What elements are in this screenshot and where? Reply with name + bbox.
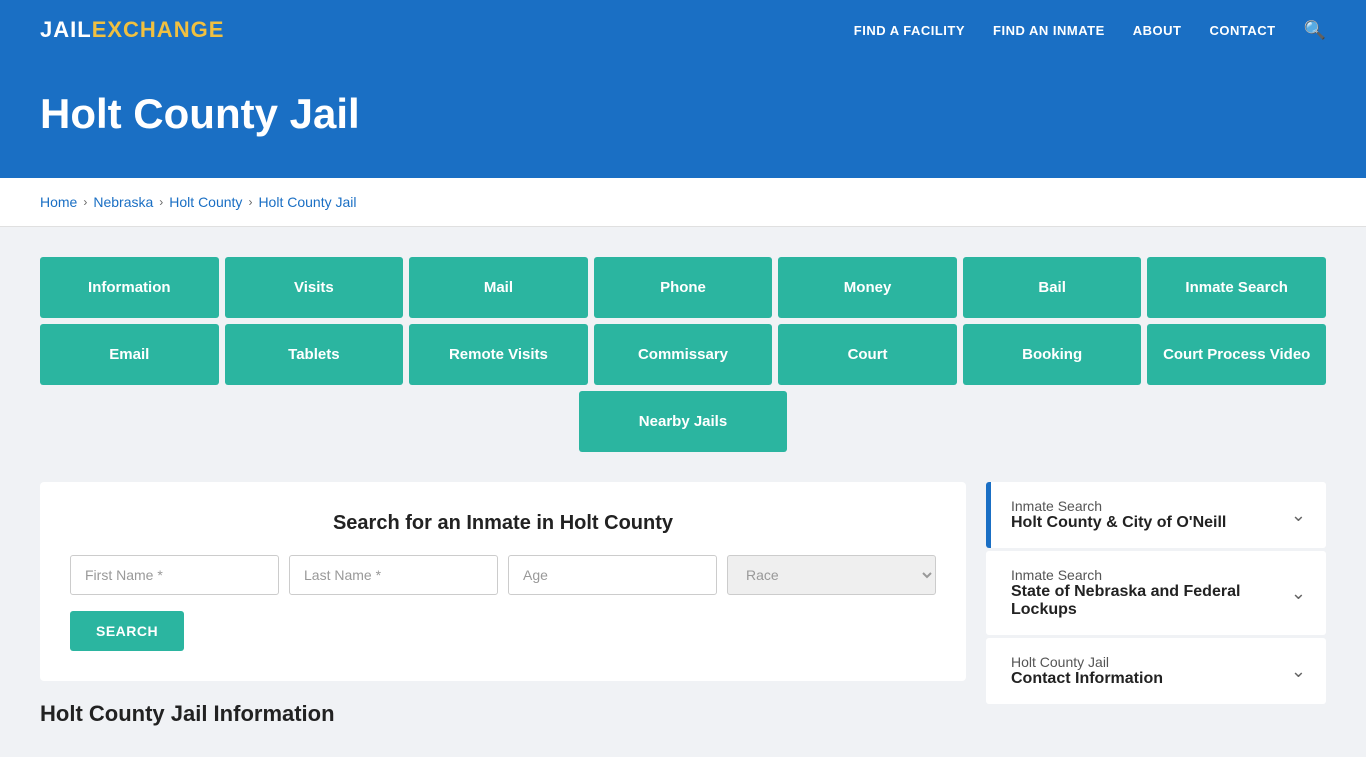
btn-visits[interactable]: Visits [225,257,404,318]
search-fields: Race [70,555,936,595]
sidebar-item-text-0: Inmate Search Holt County & City of O'Ne… [1011,498,1226,532]
search-title: Search for an Inmate in Holt County [70,512,936,535]
search-button[interactable]: SEARCH [70,611,184,651]
sidebar-item-title-0: Holt County & City of O'Neill [1011,514,1226,532]
btn-nearby-jails[interactable]: Nearby Jails [579,391,787,452]
nav-button-row2: Email Tablets Remote Visits Commissary C… [40,324,1326,385]
breadcrumb: Home › Nebraska › Holt County › Holt Cou… [40,194,1326,210]
breadcrumb-current: Holt County Jail [258,194,356,210]
nav-find-facility[interactable]: FIND A FACILITY [854,23,965,38]
main-area: Information Visits Mail Phone Money Bail… [0,227,1366,757]
btn-commissary[interactable]: Commissary [594,324,773,385]
logo[interactable]: JAIL EXCHANGE [40,17,224,43]
nav-about[interactable]: ABOUT [1133,23,1182,38]
navbar: JAIL EXCHANGE FIND A FACILITY FIND AN IN… [0,0,1366,60]
breadcrumb-sep-3: › [248,195,252,209]
sidebar-item-header-0[interactable]: Inmate Search Holt County & City of O'Ne… [986,482,1326,548]
info-title: Holt County Jail Information [40,701,966,727]
page-title: Holt County Jail [40,90,1326,138]
sidebar-item-label-0: Inmate Search [1011,498,1226,514]
sidebar-item-2: Holt County Jail Contact Information ⌄ [986,638,1326,704]
sidebar-item-text-2: Holt County Jail Contact Information [1011,654,1163,688]
btn-money[interactable]: Money [778,257,957,318]
btn-court-process-video[interactable]: Court Process Video [1147,324,1326,385]
content-row: Search for an Inmate in Holt County Race… [40,482,1326,727]
nav-find-inmate[interactable]: FIND AN INMATE [993,23,1105,38]
btn-court[interactable]: Court [778,324,957,385]
sidebar-item-header-1[interactable]: Inmate Search State of Nebraska and Fede… [986,551,1326,635]
sidebar: Inmate Search Holt County & City of O'Ne… [986,482,1326,707]
breadcrumb-nebraska[interactable]: Nebraska [93,194,153,210]
search-icon[interactable]: 🔍 [1304,20,1326,41]
btn-mail[interactable]: Mail [409,257,588,318]
sidebar-item-0: Inmate Search Holt County & City of O'Ne… [986,482,1326,548]
logo-exchange: EXCHANGE [92,17,225,43]
search-panel: Search for an Inmate in Holt County Race… [40,482,966,681]
age-input[interactable] [508,555,717,595]
race-select[interactable]: Race [727,555,936,595]
chevron-down-icon-1: ⌄ [1291,583,1306,604]
info-section: Holt County Jail Information [40,701,966,727]
breadcrumb-sep-1: › [83,195,87,209]
nav-button-row3: Nearby Jails [40,391,1326,452]
btn-phone[interactable]: Phone [594,257,773,318]
sidebar-item-title-2: Contact Information [1011,670,1163,688]
breadcrumb-sep-2: › [159,195,163,209]
logo-jail: JAIL [40,17,92,43]
sidebar-item-1: Inmate Search State of Nebraska and Fede… [986,551,1326,635]
chevron-down-icon-2: ⌄ [1291,661,1306,682]
sidebar-item-title-1: State of Nebraska and Federal Lockups [1011,583,1291,619]
btn-remote-visits[interactable]: Remote Visits [409,324,588,385]
btn-tablets[interactable]: Tablets [225,324,404,385]
sidebar-item-header-2[interactable]: Holt County Jail Contact Information ⌄ [986,638,1326,704]
nav-contact[interactable]: CONTACT [1209,23,1275,38]
chevron-down-icon-0: ⌄ [1291,505,1306,526]
first-name-input[interactable] [70,555,279,595]
last-name-input[interactable] [289,555,498,595]
breadcrumb-bar: Home › Nebraska › Holt County › Holt Cou… [0,178,1366,227]
btn-booking[interactable]: Booking [963,324,1142,385]
breadcrumb-home[interactable]: Home [40,194,77,210]
btn-inmate-search[interactable]: Inmate Search [1147,257,1326,318]
btn-email[interactable]: Email [40,324,219,385]
btn-bail[interactable]: Bail [963,257,1142,318]
sidebar-item-label-1: Inmate Search [1011,567,1291,583]
breadcrumb-holt-county[interactable]: Holt County [169,194,242,210]
nav-button-row1: Information Visits Mail Phone Money Bail… [40,257,1326,318]
sidebar-item-label-2: Holt County Jail [1011,654,1163,670]
nav-links: FIND A FACILITY FIND AN INMATE ABOUT CON… [854,20,1326,41]
hero-section: Holt County Jail [0,60,1366,178]
sidebar-item-text-1: Inmate Search State of Nebraska and Fede… [1011,567,1291,619]
btn-information[interactable]: Information [40,257,219,318]
